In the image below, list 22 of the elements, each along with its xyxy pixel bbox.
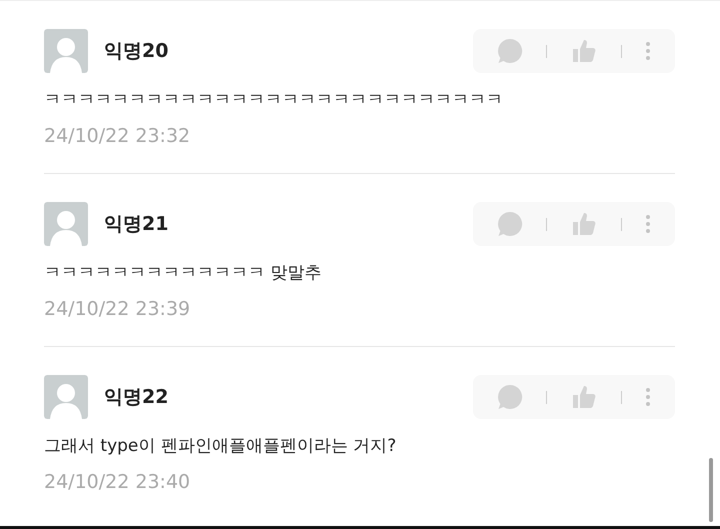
avatar-icon xyxy=(44,29,88,73)
comment-text: ㅋㅋㅋㅋㅋㅋㅋㅋㅋㅋㅋㅋㅋ 맞말추 xyxy=(44,262,322,285)
timestamp: 24/10/22 23:40 xyxy=(44,470,192,494)
avatar-icon xyxy=(44,375,88,419)
comment-text: ㅋㅋㅋㅋㅋㅋㅋㅋㅋㅋㅋㅋㅋㅋㅋㅋㅋㅋㅋㅋㅋㅋㅋㅋㅋㅋㅋ xyxy=(44,89,504,112)
comment-text: 그래서 type이 펜파인애플애플펜이라는 거지? xyxy=(44,435,398,458)
comment-icon[interactable] xyxy=(496,211,523,237)
comment-icon[interactable] xyxy=(496,38,523,64)
scrollbar[interactable] xyxy=(709,458,713,522)
timestamp: 24/10/22 23:39 xyxy=(44,297,192,321)
author-name: 익명21 xyxy=(104,212,170,237)
thumbs-up-icon[interactable] xyxy=(570,384,597,410)
author-name: 익명20 xyxy=(104,39,170,64)
more-icon[interactable] xyxy=(645,387,652,407)
author-name: 익명22 xyxy=(104,385,170,410)
more-icon[interactable] xyxy=(645,41,652,61)
timestamp: 24/10/22 23:32 xyxy=(44,124,192,148)
thumbs-up-icon[interactable] xyxy=(570,38,597,64)
comment-icon[interactable] xyxy=(496,384,523,410)
thumbs-up-icon[interactable] xyxy=(570,211,597,237)
avatar-icon xyxy=(44,202,88,246)
more-icon[interactable] xyxy=(645,214,652,234)
